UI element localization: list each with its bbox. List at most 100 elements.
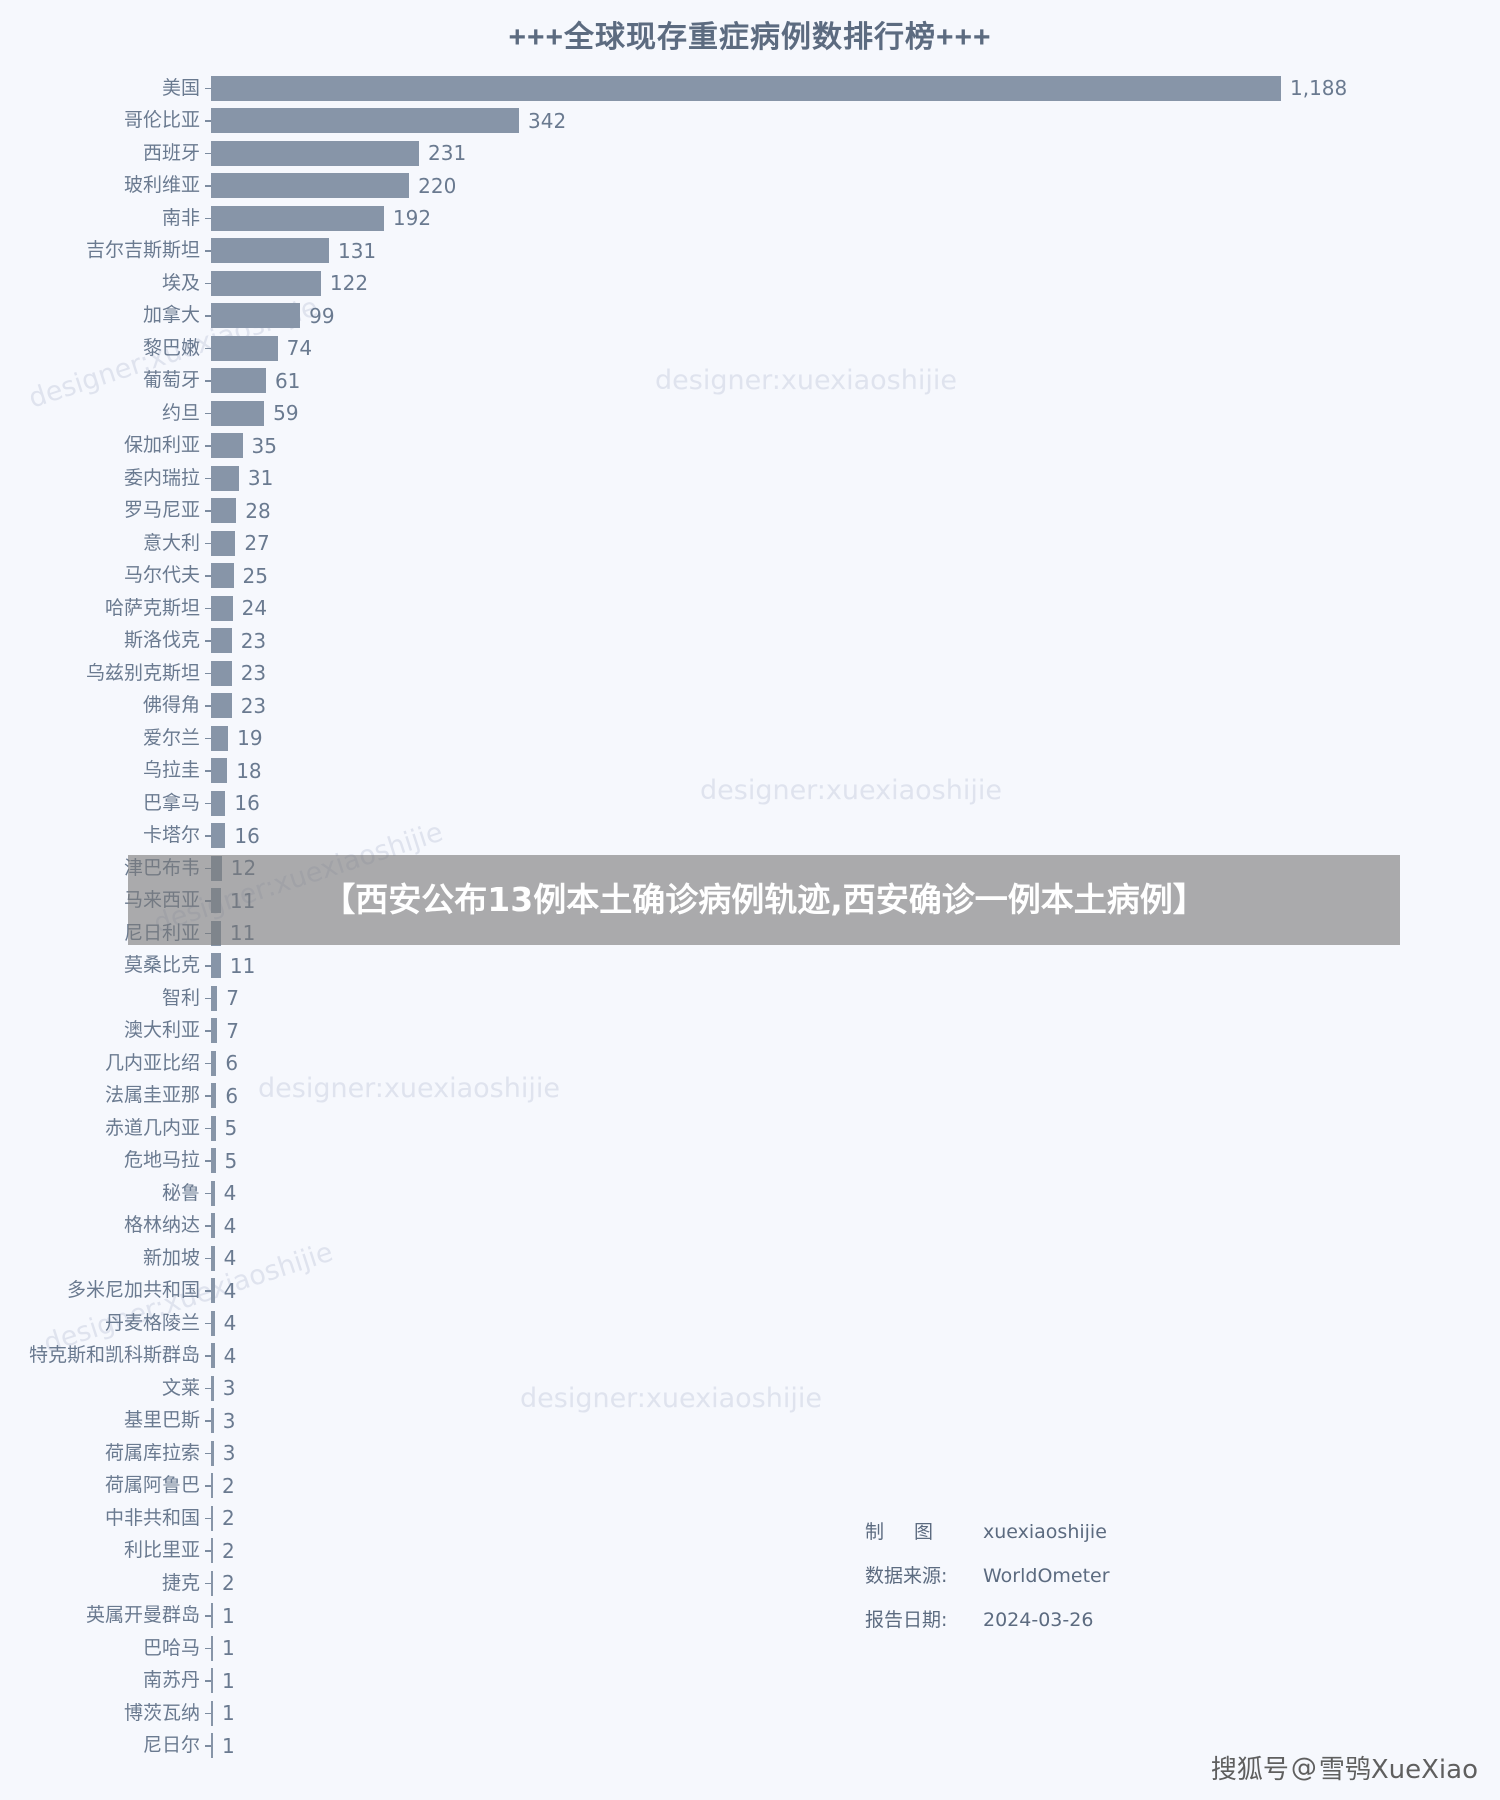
bar-row: 南苏丹 1 bbox=[0, 1665, 1500, 1698]
bar bbox=[211, 1635, 213, 1661]
bar-value-label: 61 bbox=[274, 368, 301, 393]
bar-track: 19 bbox=[211, 722, 1500, 755]
bar-category-label: 利比里亚 bbox=[123, 1539, 200, 1562]
credit-date-key: 报告日期: bbox=[865, 1609, 948, 1631]
bar-row: 意大利 27 bbox=[0, 527, 1500, 560]
credit-date-line: 报告日期: 2024-03-26 bbox=[865, 1598, 1110, 1642]
bar-track: 99 bbox=[211, 300, 1500, 333]
bar bbox=[211, 1440, 214, 1466]
bar-value-label: 2 bbox=[222, 1473, 235, 1498]
bar-category-label: 保加利亚 bbox=[123, 434, 200, 457]
credit-designer-line: 制图 xuexiaoshijie bbox=[865, 1510, 1110, 1554]
bar bbox=[211, 790, 226, 816]
bar-value-label: 1 bbox=[222, 1636, 235, 1661]
bar-track: 4 bbox=[211, 1242, 1500, 1275]
bar bbox=[211, 1570, 213, 1596]
credit-source-value: WorldOmeter bbox=[983, 1565, 1110, 1587]
bar-track: 25 bbox=[211, 560, 1500, 593]
bar-row: 新加坡 4 bbox=[0, 1242, 1500, 1275]
bar-category-label: 法属圭亚那 bbox=[104, 1084, 200, 1107]
bar-value-label: 3 bbox=[222, 1408, 236, 1433]
bar-value-label: 2 bbox=[222, 1538, 235, 1563]
bar-row: 危地马拉 5 bbox=[0, 1145, 1500, 1178]
bar bbox=[211, 1505, 213, 1531]
bar-track: 23 bbox=[211, 625, 1500, 658]
bar-track: 18 bbox=[211, 755, 1500, 788]
bar-value-label: 74 bbox=[286, 336, 313, 361]
bar-track: 3 bbox=[211, 1405, 1500, 1438]
bar bbox=[211, 628, 232, 654]
bar-category-label: 尼日尔 bbox=[142, 1734, 200, 1757]
bar bbox=[211, 1050, 217, 1076]
bar-value-label: 5 bbox=[224, 1148, 238, 1173]
bar-category-label: 秘鲁 bbox=[161, 1181, 200, 1204]
bar-category-label: 吉尔吉斯斯坦 bbox=[85, 239, 200, 262]
bar-category-label: 乌兹别克斯坦 bbox=[85, 661, 200, 684]
bar-category-label: 特克斯和凯科斯群岛 bbox=[28, 1344, 200, 1367]
bar-category-label: 玻利维亚 bbox=[123, 174, 200, 197]
bar-value-label: 59 bbox=[273, 401, 299, 426]
bar-value-label: 18 bbox=[236, 758, 262, 783]
bar-category-label: 澳大利亚 bbox=[123, 1019, 200, 1042]
bar-category-label: 卡塔尔 bbox=[142, 824, 200, 847]
bar-row: 英属开曼群岛 1 bbox=[0, 1600, 1500, 1633]
bar-value-label: 4 bbox=[223, 1343, 237, 1368]
bar-value-label: 7 bbox=[226, 986, 240, 1011]
bar-category-label: 荷属库拉索 bbox=[104, 1441, 200, 1464]
bar bbox=[211, 1668, 213, 1694]
bar-row: 斯洛伐克 23 bbox=[0, 625, 1500, 658]
bar-row: 格林纳达 4 bbox=[0, 1210, 1500, 1243]
bar-row: 马尔代夫 25 bbox=[0, 560, 1500, 593]
bar-track: 1 bbox=[211, 1665, 1500, 1698]
bar bbox=[211, 1083, 217, 1109]
bar-value-label: 4 bbox=[223, 1278, 237, 1303]
bar-category-label: 莫桑比克 bbox=[123, 954, 200, 977]
bar-value-label: 1 bbox=[222, 1668, 235, 1693]
bar-track: 4 bbox=[211, 1307, 1500, 1340]
bar-value-label: 4 bbox=[223, 1181, 237, 1206]
bar-value-label: 192 bbox=[392, 206, 432, 231]
bar-category-label: 爱尔兰 bbox=[142, 726, 200, 749]
overlay-headline-text: 【西安公布13例本土确诊病例轨迹,西安确诊一例本土病例】 bbox=[322, 879, 1206, 919]
bar-track: 1,188 bbox=[211, 72, 1500, 105]
bar-category-label: 西班牙 bbox=[142, 141, 200, 164]
bar-category-label: 罗马尼亚 bbox=[123, 499, 200, 522]
bar-row: 特克斯和凯科斯群岛 4 bbox=[0, 1340, 1500, 1373]
bar-row: 多米尼加共和国 4 bbox=[0, 1275, 1500, 1308]
sohu-prefix: 搜狐号 bbox=[1210, 1755, 1289, 1785]
bar-value-label: 3 bbox=[222, 1441, 236, 1466]
bar bbox=[211, 1375, 214, 1401]
bar-value-label: 5 bbox=[224, 1116, 238, 1141]
bar-track: 28 bbox=[211, 495, 1500, 528]
bar bbox=[211, 530, 236, 556]
bar-track: 2 bbox=[211, 1567, 1500, 1600]
bar-row: 几内亚比绍 6 bbox=[0, 1047, 1500, 1080]
bar bbox=[211, 563, 234, 589]
bar bbox=[211, 595, 233, 621]
bar-value-label: 16 bbox=[234, 791, 260, 816]
bar-track: 1 bbox=[211, 1600, 1500, 1633]
bar-value-label: 342 bbox=[528, 108, 567, 133]
bar-row: 南非 192 bbox=[0, 202, 1500, 235]
bar-category-label: 哈萨克斯坦 bbox=[104, 596, 200, 619]
bar bbox=[211, 1018, 218, 1044]
bar-value-label: 2 bbox=[222, 1571, 235, 1596]
bar bbox=[211, 953, 221, 979]
bar-track: 16 bbox=[211, 787, 1500, 820]
credit-date-value: 2024-03-26 bbox=[983, 1609, 1094, 1631]
bar-row: 秘鲁 4 bbox=[0, 1177, 1500, 1210]
bar bbox=[211, 985, 218, 1011]
credit-source-line: 数据来源: WorldOmeter bbox=[865, 1554, 1110, 1598]
bar-value-label: 131 bbox=[337, 238, 377, 263]
bar bbox=[211, 400, 265, 426]
bar-value-label: 231 bbox=[428, 141, 467, 166]
bar-value-label: 220 bbox=[418, 173, 457, 198]
bar-track: 3 bbox=[211, 1372, 1500, 1405]
bar-value-label: 27 bbox=[244, 531, 270, 556]
bar-value-label: 7 bbox=[226, 1018, 240, 1043]
overlay-headline-banner[interactable]: 【西安公布13例本土确诊病例轨迹,西安确诊一例本土病例】 bbox=[128, 855, 1400, 945]
bar-value-label: 25 bbox=[242, 563, 268, 588]
bar-value-label: 24 bbox=[241, 596, 268, 621]
bar-category-label: 南非 bbox=[161, 206, 200, 229]
bar-row: 巴哈马 1 bbox=[0, 1632, 1500, 1665]
